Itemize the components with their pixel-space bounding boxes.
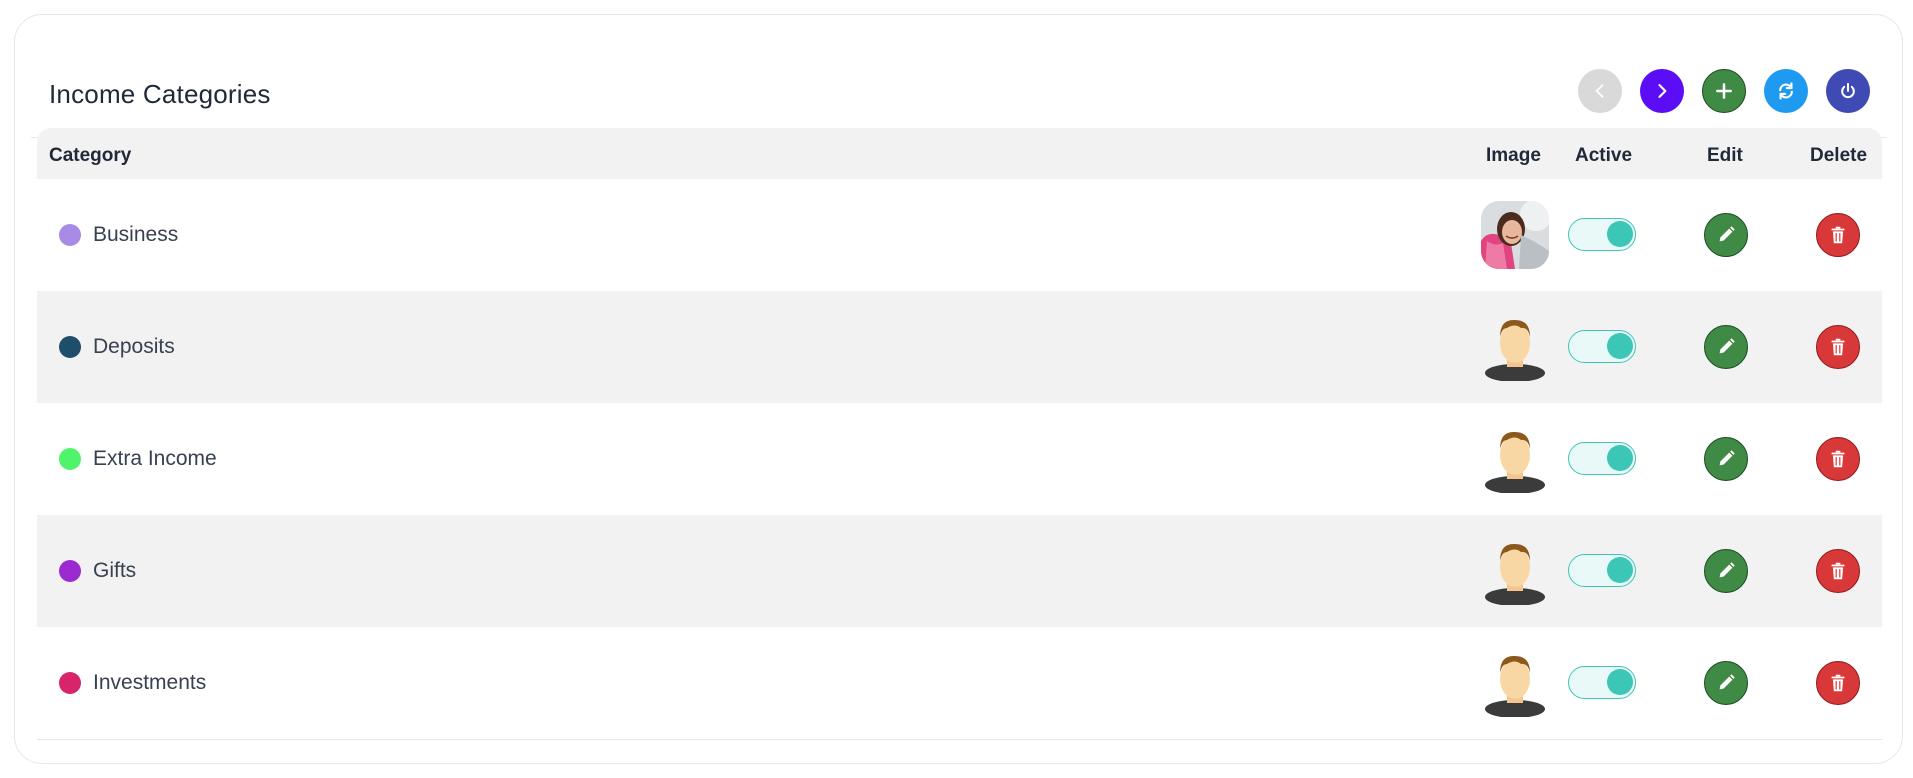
default-avatar bbox=[1485, 543, 1545, 605]
delete-button[interactable] bbox=[1816, 437, 1860, 481]
trash-icon bbox=[1831, 226, 1845, 244]
active-toggle[interactable] bbox=[1568, 330, 1636, 363]
categories-table: Category Image Active Edit Delete Busine… bbox=[37, 128, 1882, 740]
pencil-icon bbox=[1719, 450, 1735, 466]
category-color-dot bbox=[59, 336, 81, 358]
edit-button[interactable] bbox=[1704, 661, 1748, 705]
category-color-dot bbox=[59, 672, 81, 694]
page-title: Income Categories bbox=[49, 79, 271, 109]
category-color-dot bbox=[59, 560, 81, 582]
column-header-edit: Edit bbox=[1707, 145, 1743, 166]
column-header-delete: Delete bbox=[1810, 145, 1868, 166]
category-color-dot bbox=[59, 224, 81, 246]
column-header-image: Image bbox=[1486, 145, 1541, 166]
toggle-knob bbox=[1607, 669, 1633, 695]
active-toggle[interactable] bbox=[1568, 554, 1636, 587]
active-toggle[interactable] bbox=[1568, 218, 1636, 251]
power-button[interactable] bbox=[1826, 69, 1870, 113]
refresh-icon bbox=[1779, 82, 1793, 100]
table-row: Gifts bbox=[37, 515, 1882, 627]
toggle-knob bbox=[1607, 333, 1633, 359]
trash-icon bbox=[1831, 450, 1845, 468]
card-header: Income Categories bbox=[31, 31, 1886, 138]
delete-button[interactable] bbox=[1816, 325, 1860, 369]
delete-button[interactable] bbox=[1816, 549, 1860, 593]
edit-button[interactable] bbox=[1704, 549, 1748, 593]
edit-button[interactable] bbox=[1704, 325, 1748, 369]
chevron-left-icon bbox=[1595, 84, 1604, 98]
chevron-right-icon bbox=[1658, 84, 1667, 98]
table-row: Extra Income bbox=[37, 403, 1882, 515]
column-header-active: Active bbox=[1575, 145, 1633, 166]
power-icon bbox=[1841, 82, 1855, 99]
category-name: Gifts bbox=[93, 559, 137, 582]
photo-avatar bbox=[1481, 201, 1549, 269]
delete-button[interactable] bbox=[1816, 213, 1860, 257]
table-header: Category Image Active Edit Delete bbox=[37, 128, 1882, 179]
pencil-icon bbox=[1719, 226, 1735, 242]
category-color-dot bbox=[59, 448, 81, 470]
income-categories-card: Income Categories Category Image Active … bbox=[14, 14, 1903, 764]
toggle-knob bbox=[1607, 557, 1633, 583]
previous-button[interactable] bbox=[1578, 69, 1622, 113]
edit-button[interactable] bbox=[1704, 437, 1748, 481]
toggle-knob bbox=[1607, 445, 1633, 471]
pencil-icon bbox=[1719, 562, 1735, 578]
plus-icon bbox=[1716, 83, 1732, 99]
toolbar bbox=[1578, 69, 1870, 113]
next-button[interactable] bbox=[1640, 69, 1684, 113]
default-avatar bbox=[1485, 655, 1545, 717]
toggle-knob bbox=[1607, 221, 1633, 247]
trash-icon bbox=[1831, 338, 1845, 356]
trash-icon bbox=[1831, 562, 1845, 580]
trash-icon bbox=[1831, 674, 1845, 692]
default-avatar bbox=[1485, 319, 1545, 381]
edit-button[interactable] bbox=[1704, 213, 1748, 257]
pencil-icon bbox=[1719, 338, 1735, 354]
table-row: Investments bbox=[37, 627, 1882, 740]
active-toggle[interactable] bbox=[1568, 666, 1636, 699]
table-row: Deposits bbox=[37, 291, 1882, 403]
delete-button[interactable] bbox=[1816, 661, 1860, 705]
column-header-category: Category bbox=[49, 145, 132, 166]
table-row: Business bbox=[37, 179, 1882, 291]
active-toggle[interactable] bbox=[1568, 442, 1636, 475]
refresh-button[interactable] bbox=[1764, 69, 1808, 113]
default-avatar bbox=[1485, 431, 1545, 493]
category-name: Investments bbox=[93, 671, 207, 694]
pencil-icon bbox=[1719, 674, 1735, 690]
category-name: Business bbox=[93, 223, 179, 246]
category-name: Extra Income bbox=[93, 447, 217, 470]
category-name: Deposits bbox=[93, 335, 175, 358]
add-button[interactable] bbox=[1702, 69, 1746, 113]
